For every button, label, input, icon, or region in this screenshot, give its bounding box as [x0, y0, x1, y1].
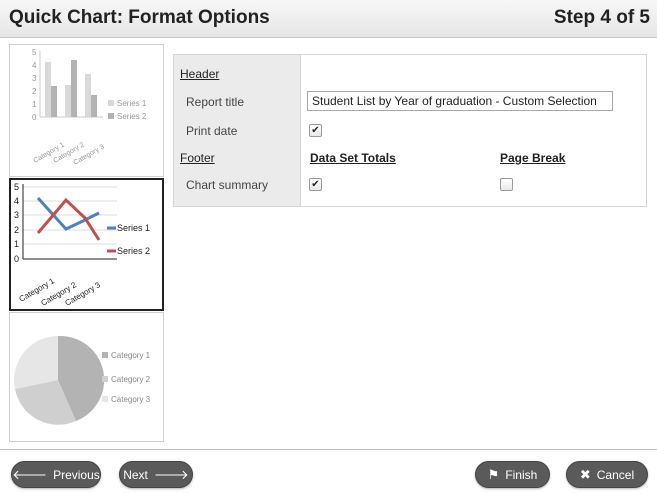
arrow-right-icon: 🡒: [153, 467, 189, 482]
footer-divider: [0, 449, 657, 450]
step-indicator: Step 4 of 5: [553, 7, 650, 28]
bar-chart-option[interactable]: 5 4 3 2 1 0 Series 1 Series 2 Category 1…: [9, 44, 164, 177]
bar: [91, 95, 97, 117]
dialog-title: Quick Chart: Format Options: [9, 7, 270, 28]
legend-label: Series 2: [117, 246, 150, 256]
report-title-input[interactable]: [307, 91, 613, 111]
chart-summary-page-break-checkbox[interactable]: [500, 178, 513, 191]
legend-label: Series 2: [117, 112, 147, 121]
legend-swatch: [102, 376, 108, 382]
page-break-header: Page Break: [500, 151, 566, 165]
arrow-left-icon: 🡐: [12, 467, 48, 482]
bar: [71, 60, 77, 117]
bar-chart-thumbnail: 5 4 3 2 1 0 Series 1 Series 2 Category 1…: [32, 48, 147, 167]
line-chart-thumbnail: 5 4 3 2 1 0 Series 1 Series 2 Category 1: [14, 182, 150, 308]
print-date-checkbox[interactable]: ✔: [309, 124, 322, 137]
legend-label: Series 1: [117, 99, 147, 108]
y-tick: 5: [14, 182, 19, 192]
title-bar: Quick Chart: Format Options Step 4 of 5: [0, 0, 657, 38]
y-tick: 2: [32, 87, 37, 96]
y-tick: 0: [32, 113, 37, 122]
data-set-totals-header: Data Set Totals: [310, 151, 396, 165]
next-button[interactable]: Next 🡒: [119, 461, 193, 488]
bar: [65, 85, 71, 117]
legend-swatch: [108, 113, 114, 119]
print-date-label: Print date: [186, 124, 238, 138]
footer-section-label: Footer: [180, 151, 215, 165]
chart-summary-label: Chart summary: [186, 178, 269, 192]
finish-button-label: Finish: [505, 467, 538, 482]
cancel-button-label: Cancel: [596, 467, 635, 482]
legend-swatch: [102, 352, 108, 358]
flag-icon: ⚑: [487, 467, 500, 482]
legend-label: Category 3: [111, 395, 151, 404]
y-tick: 3: [32, 74, 37, 83]
next-button-label: Next: [123, 467, 148, 482]
report-title-label: Report title: [186, 95, 245, 109]
bar: [45, 62, 51, 117]
format-options-form: Header Report title Print date ✔ Footer …: [173, 54, 647, 207]
y-tick: 0: [14, 254, 19, 264]
chart-summary-totals-checkbox[interactable]: ✔: [309, 178, 322, 191]
pie-slice: [14, 336, 59, 389]
y-tick: 4: [32, 61, 37, 70]
y-tick: 3: [14, 210, 19, 220]
bar: [85, 74, 91, 117]
legend-label: Category 1: [111, 351, 151, 360]
previous-button[interactable]: 🡐 Previous: [11, 461, 101, 488]
y-tick: 1: [14, 239, 19, 249]
y-tick: 1: [32, 100, 37, 109]
y-tick: 5: [32, 48, 37, 57]
finish-button[interactable]: ⚑ Finish: [475, 461, 550, 488]
header-section-label: Header: [180, 67, 220, 81]
y-tick: 4: [14, 196, 19, 206]
legend-swatch: [108, 100, 114, 106]
legend-swatch: [102, 396, 108, 402]
x-icon: ✖: [579, 467, 591, 482]
pie-chart-thumbnail: Category 1 Category 2 Category 3: [14, 335, 151, 425]
previous-button-label: Previous: [53, 467, 100, 482]
legend-label: Series 1: [117, 223, 150, 233]
chart-type-list: 5 4 3 2 1 0 Series 1 Series 2 Category 1…: [9, 44, 164, 442]
check-icon: ✔: [311, 125, 320, 136]
check-icon: ✔: [311, 179, 320, 190]
bar: [51, 86, 57, 117]
pie-chart-option[interactable]: Category 1 Category 2 Category 3: [9, 312, 164, 442]
cancel-button[interactable]: ✖ Cancel: [566, 461, 648, 488]
legend-label: Category 2: [111, 375, 151, 384]
line-chart-option[interactable]: 5 4 3 2 1 0 Series 1 Series 2 Category 1: [9, 178, 164, 311]
y-tick: 2: [14, 225, 19, 235]
